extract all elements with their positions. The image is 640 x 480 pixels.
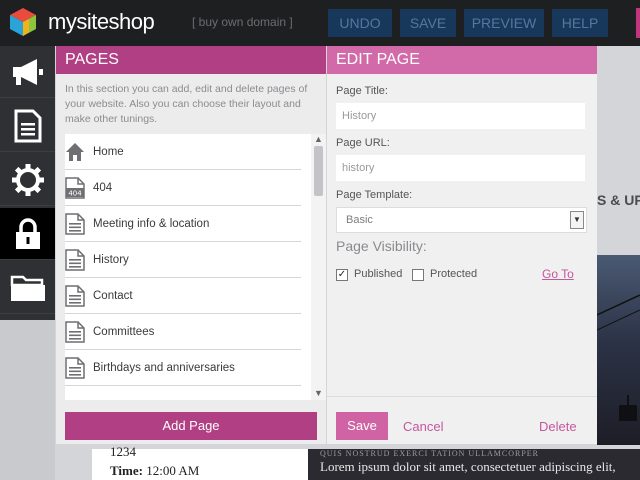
lock-icon — [15, 217, 40, 249]
cancel-button[interactable]: Cancel — [403, 419, 443, 434]
folder-icon — [10, 275, 45, 301]
page-title-input[interactable]: History — [336, 103, 585, 129]
rail-item-security[interactable] — [0, 208, 55, 260]
rail-item-settings[interactable] — [0, 154, 55, 206]
page-label: 404 — [93, 181, 113, 194]
page-row-meeting-info[interactable]: Meeting info & location — [65, 206, 301, 242]
page-row-home[interactable]: Home — [65, 134, 301, 170]
add-page-button[interactable]: Add Page — [65, 412, 317, 440]
site-time-value: 12:00 AM — [146, 463, 200, 478]
buy-domain-link[interactable]: [ buy own domain ] — [192, 15, 293, 29]
pages-list-container: Home 404 404 Meeting info & location His… — [65, 134, 326, 400]
pages-scrollbar[interactable]: ▲ ▼ — [311, 134, 326, 400]
site-heading: S & UPD — [597, 192, 640, 208]
goto-link[interactable]: Go To — [542, 267, 574, 281]
template-selected-value: Basic — [346, 214, 373, 226]
help-button[interactable]: HELP — [552, 9, 608, 37]
home-icon — [65, 141, 85, 163]
page-url-input[interactable]: history — [336, 155, 585, 181]
document-icon — [14, 109, 41, 142]
preview-button[interactable]: PREVIEW — [464, 9, 544, 37]
logo-cube-icon — [10, 8, 36, 36]
rail-item-pages[interactable] — [0, 100, 55, 152]
brand-logo[interactable]: mysiteshop — [8, 7, 188, 37]
undo-button[interactable]: UNDO — [328, 9, 392, 37]
page-row-committees[interactable]: Committees — [65, 314, 301, 350]
pages-panel: PAGES In this section you can add, edit … — [56, 46, 326, 444]
page-label: Home — [93, 145, 124, 158]
page-label: Contact — [93, 289, 133, 302]
page-template-label: Page Template: — [336, 189, 413, 201]
rail-item-promote[interactable] — [0, 46, 55, 98]
protected-label: Protected — [430, 268, 478, 280]
sidebar-rail — [0, 46, 55, 320]
megaphone-icon — [12, 58, 43, 85]
brand-name: mysiteshop — [48, 9, 155, 34]
site-caption: QUIS NOSTRUD EXERCI TATION ULLAMCORPER — [320, 449, 539, 458]
account-edge — [636, 8, 640, 38]
save-button[interactable]: Save — [336, 412, 388, 440]
page-icon — [65, 284, 85, 307]
site-photo — [597, 255, 640, 445]
page-icon — [65, 248, 85, 271]
page-template-select[interactable]: Basic ▼ — [336, 207, 587, 233]
page-title-label: Page Title: — [336, 85, 388, 97]
page-row-contact[interactable]: Contact — [65, 278, 301, 314]
gear-icon — [11, 163, 44, 196]
scroll-up-icon[interactable]: ▲ — [314, 134, 323, 144]
edit-page-panel: EDIT PAGE Page Title: History Page URL: … — [327, 46, 597, 444]
site-time: Time: 12:00 AM — [110, 463, 199, 479]
pages-panel-title: PAGES — [56, 46, 326, 74]
page-label: History — [93, 253, 129, 266]
delete-button[interactable]: Delete — [539, 419, 577, 434]
site-time-label: Time: — [110, 463, 143, 478]
protected-checkbox[interactable] — [412, 269, 424, 281]
divider — [327, 396, 597, 397]
published-checkbox[interactable]: ✓ — [336, 269, 348, 281]
page-url-label: Page URL: — [336, 137, 390, 149]
site-lorem-text: Lorem ipsum dolor sit amet, consectetuer… — [320, 459, 616, 474]
page-row-404[interactable]: 404 404 — [65, 170, 301, 206]
page-row-history[interactable]: History — [65, 242, 301, 278]
svg-text:404: 404 — [68, 189, 82, 197]
visibility-heading: Page Visibility: — [336, 238, 427, 254]
published-label: Published — [354, 268, 403, 280]
top-bar: mysiteshop [ buy own domain ] UNDO SAVE … — [0, 0, 640, 46]
chevron-down-icon[interactable]: ▼ — [570, 211, 584, 229]
save-site-button[interactable]: SAVE — [400, 9, 456, 37]
page-row-birthdays[interactable]: Birthdays and anniversaries — [65, 350, 301, 386]
scroll-down-icon[interactable]: ▼ — [314, 388, 323, 398]
site-number: 1234 — [110, 444, 136, 459]
page-404-icon: 404 — [65, 176, 85, 199]
page-icon — [65, 320, 85, 343]
edit-panel-title: EDIT PAGE — [327, 46, 597, 74]
rail-item-files[interactable] — [0, 262, 55, 314]
page-label: Birthdays and anniversaries — [93, 361, 235, 374]
page-label: Committees — [93, 325, 155, 338]
page-icon — [65, 212, 85, 235]
scrollbar-thumb[interactable] — [314, 146, 323, 196]
page-icon — [65, 356, 85, 379]
page-label: Meeting info & location — [93, 217, 210, 230]
